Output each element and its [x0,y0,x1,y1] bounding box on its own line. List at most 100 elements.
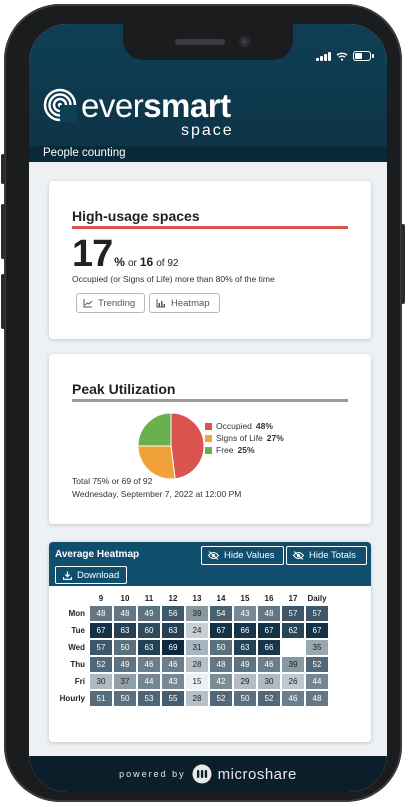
heatmap-column-header: 13 [192,593,202,603]
heatmap-cell: 69 [162,640,184,655]
heatmap-cell: 48 [90,606,112,621]
heatmap-cell: 39 [186,606,208,621]
microshare-logo-icon [192,764,212,784]
status-bar [316,51,374,61]
heatmap-cell: 46 [282,691,304,706]
hide-totals-button[interactable]: Hide Totals [286,546,367,565]
title-underline [72,226,348,229]
heatmap-table: 9 10 11 12 13 14 15 16 17 Daily Mon 48 48 49 56 39 54 43… [53,590,330,708]
heatmap-row-label: Fri [74,677,85,686]
legend-value: 27% [266,433,284,443]
heatmap-header: Average Heatmap Hide Values Hide Totals … [49,542,371,586]
heatmap-column-header: 11 [144,593,154,603]
heatmap-cell: 67 [258,623,280,638]
heatmap-cell: 54 [210,606,232,621]
heatmap-cell: 43 [162,674,184,689]
heatmap-row: Fri 30 37 44 43 15 42 29 30 26 44 [55,674,328,689]
wifi-icon [336,52,348,61]
pie-slice-free [137,412,172,447]
heatmap-cell: 66 [258,640,280,655]
legend-item-signs-of-life: Signs of Life 27% [205,433,284,443]
heatmap-cell: 46 [258,657,280,672]
heatmap-cell: 52 [306,657,328,672]
hide-values-button[interactable]: Hide Values [201,546,284,565]
heatmap-row-label: Tue [71,626,85,635]
heatmap-cell: 52 [210,691,232,706]
heatmap-cell: 63 [234,640,256,655]
heatmap-column-header: 10 [120,593,130,603]
eye-off-icon [208,551,219,560]
heatmap-title: Average Heatmap [55,549,140,560]
heatmap-cell: 35 [306,640,328,655]
heatmap-cell: 57 [282,606,304,621]
hide-values-label: Hide Values [224,550,275,561]
average-heatmap-card: Average Heatmap Hide Values Hide Totals … [49,542,371,742]
heatmap-cell: 66 [234,623,256,638]
pie-slice-occupied [170,412,205,480]
heatmap-row: Hourly 51 50 53 55 28 52 50 52 46 48 [55,691,328,706]
heatmap-row: Tue 67 63 60 63 24 67 66 67 62 67 [55,623,328,638]
heatmap-column-header: 9 [98,593,104,603]
legend-item-free: Free 25% [205,445,284,455]
logo-subtext: space [181,122,234,139]
heatmap-cell: 43 [234,606,256,621]
heatmap-button-label: Heatmap [171,297,210,309]
heatmap-cell: 67 [210,623,232,638]
total-utilization: Total 75% or 69 of 92 [72,476,153,486]
heatmap-cell: 53 [138,691,160,706]
peak-utilization-title: Peak Utilization [72,381,176,397]
pie-slice-signs-of-life [137,445,176,480]
legend-swatch [205,434,212,442]
eversmart-logo: eversmart [43,88,231,122]
heatmap-cell: 44 [138,674,160,689]
heatmap-cell: 15 [186,674,208,689]
heatmap-column-header: 14 [216,593,226,603]
heatmap-cell: 28 [186,691,208,706]
heatmap-column-header: 16 [264,593,274,603]
heatmap-cell: 67 [90,623,112,638]
heatmap-cell: 52 [258,691,280,706]
heatmap-cell: 49 [114,657,136,672]
utilization-timestamp: Wednesday, September 7, 2022 at 12:00 PM [72,489,242,499]
powered-by-text: powered by [119,769,186,779]
legend-label: Signs of Life [216,433,263,443]
heatmap-row-label: Mon [68,609,85,618]
heatmap-row: Thu 52 49 46 46 28 48 49 46 39 52 [55,657,328,672]
heatmap-cell: 30 [90,674,112,689]
heatmap-column-header: 17 [288,593,298,603]
corner-cell [55,592,88,604]
heatmap-cell: 31 [186,640,208,655]
power-button [401,224,405,304]
high-usage-title: High-usage spaces [72,208,200,224]
heatmap-body: Mon 48 48 49 56 39 54 43 48 57 57 Tue 67 63 60 63 24 67 66… [55,606,328,706]
heatmap-row-label: Hourly [59,694,85,703]
heatmap-cell: 67 [306,623,328,638]
trending-button[interactable]: Trending [76,293,145,313]
heatmap-cell: 37 [114,674,136,689]
legend-swatch [205,446,212,454]
heatmap-cell: 30 [258,674,280,689]
heatmap-cell: 60 [138,623,160,638]
logo-wordmark: eversmart [81,89,231,122]
heatmap-button[interactable]: Heatmap [149,293,220,313]
high-usage-card: High-usage spaces 17 % or 16 of 92 Occup… [49,181,371,339]
heatmap-cell: 55 [162,691,184,706]
download-icon [63,571,72,580]
heatmap-cell: 46 [162,657,184,672]
heatmap-row: Wed 57 50 63 69 31 50 63 66 35 [55,640,328,655]
heatmap-cell: 63 [138,640,160,655]
heatmap-cell: 48 [210,657,232,672]
heatmap-cell: 49 [138,606,160,621]
high-usage-description: Occupied (or Signs of Life) more than 80… [72,274,275,284]
heatmap-cell: 62 [282,623,304,638]
heatmap-cell: 46 [138,657,160,672]
heatmap-cell: 63 [162,623,184,638]
heatmap-cell: 26 [282,674,304,689]
download-button[interactable]: Download [55,566,128,584]
heatmap-cell: 50 [114,691,136,706]
of-total-text: of 92 [156,258,179,269]
heatmap-cell: 51 [90,691,112,706]
heatmap-row: Mon 48 48 49 56 39 54 43 48 57 57 [55,606,328,621]
microshare-brand: microshare [217,765,297,783]
heatmap-cell: 48 [306,691,328,706]
